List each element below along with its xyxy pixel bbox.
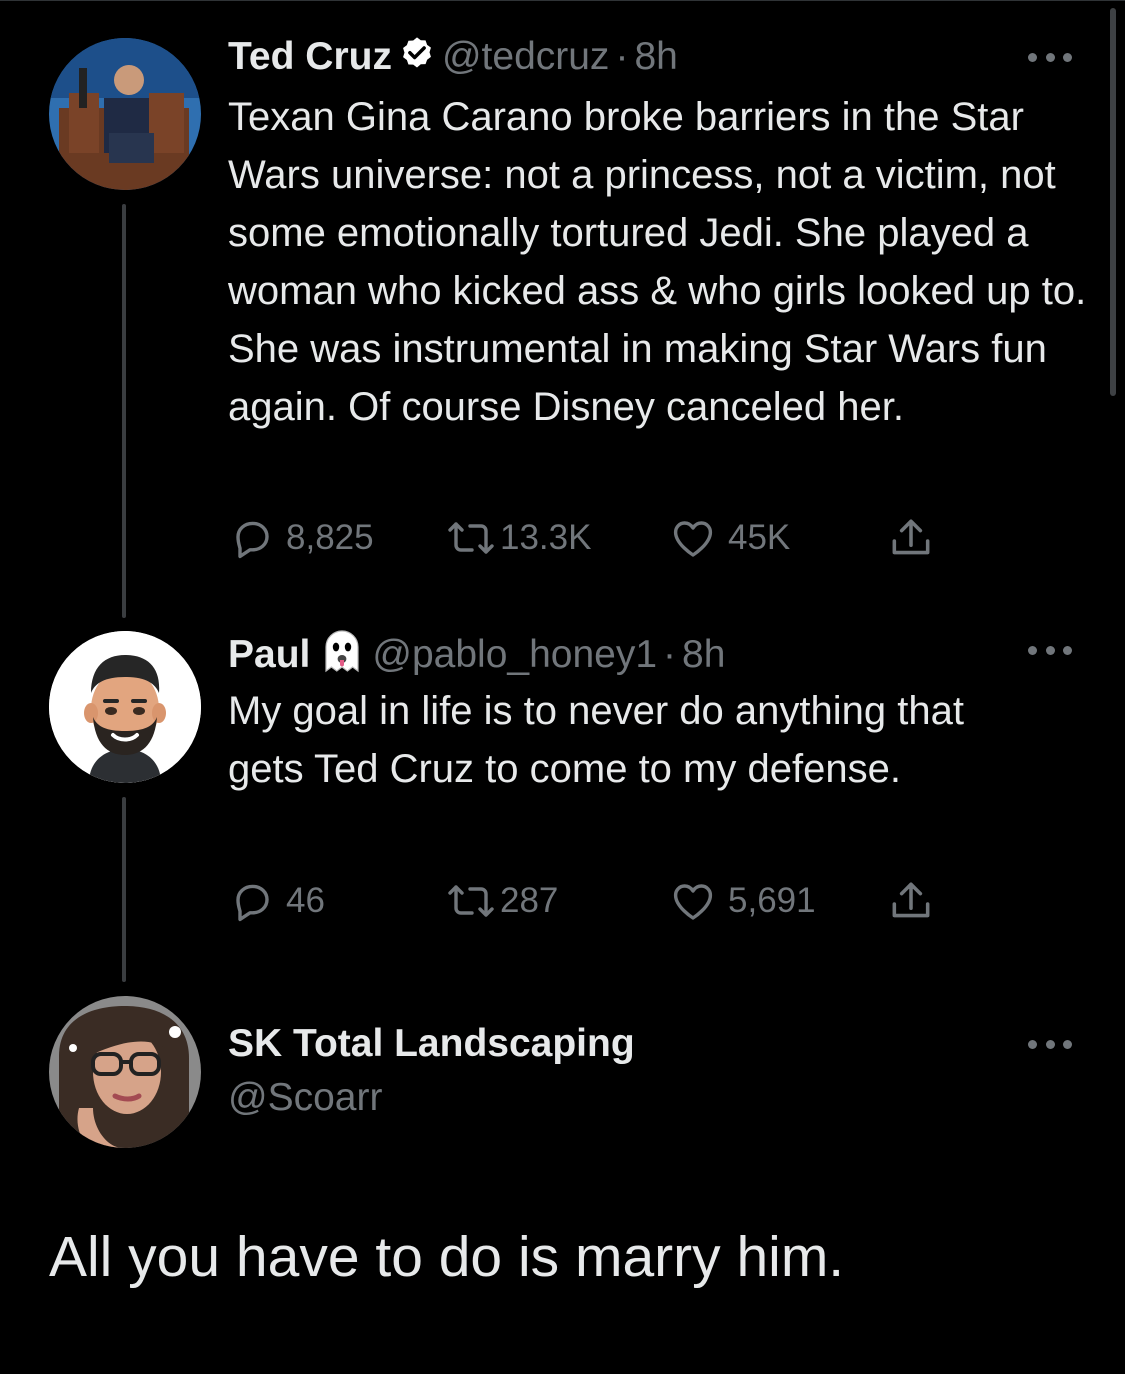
more-options-icon[interactable] [1028,1034,1072,1054]
share-button[interactable] [886,514,936,564]
avatar-photo [49,38,201,190]
dot-separator: · [663,633,677,676]
tweet-header: SK Total Landscaping [228,1020,635,1068]
tweet-actions: 46 287 5,691 [228,877,948,927]
author-name[interactable]: SK Total Landscaping [228,1022,635,1065]
avatar-sk-total-landscaping[interactable] [49,996,201,1148]
ghost-emoji-icon [318,627,366,687]
avatar-ted-cruz[interactable] [49,38,201,190]
author-handle[interactable]: @Scoarr [228,1076,382,1119]
top-border [0,0,1125,1]
verified-badge-icon [398,35,436,85]
avatar-photo [49,996,201,1148]
like-button[interactable]: 5,691 [668,877,816,925]
author-handle-row: @Scoarr [228,1074,382,1122]
author-handle[interactable]: @pablo_honey1 [372,633,657,676]
tweet-actions: 8,825 13.3K 45K [228,514,948,564]
reply-count: 8,825 [286,518,374,557]
author-name[interactable]: Ted Cruz [228,35,392,78]
thread-line [122,797,126,982]
tweet-text: My goal in life is to never do anything … [228,689,964,791]
share-button[interactable] [886,877,936,927]
more-options-icon[interactable] [1028,47,1072,67]
timestamp[interactable]: 8h [682,633,725,676]
retweet-icon [448,885,494,917]
tweet-header: Ted Cruz @tedcruz · 8h [228,33,678,85]
retweet-count: 13.3K [500,518,592,557]
heart-icon [673,884,713,920]
avatar-memoji [49,631,201,783]
like-count: 45K [728,518,791,557]
tweet-text: Texan Gina Carano broke barriers in the … [228,95,1087,429]
reply-button[interactable]: 8,825 [228,514,374,562]
reply-button[interactable]: 46 [228,877,325,925]
share-icon [892,882,930,918]
author-handle[interactable]: @tedcruz [442,35,609,78]
like-button[interactable]: 45K [668,514,790,562]
author-name[interactable]: Paul [228,633,310,676]
reply-icon [236,884,269,922]
heart-icon [673,521,713,557]
tweet-header: Paul @pablo_honey1 · 8h [228,627,725,687]
retweet-button[interactable]: 287 [446,877,558,925]
retweet-button[interactable]: 13.3K [446,514,591,562]
more-options-icon[interactable] [1028,640,1072,660]
retweet-icon [448,522,494,554]
tweet-text: All you have to do is marry him. [49,1225,845,1289]
share-icon [892,519,930,555]
scrollbar[interactable] [1110,8,1116,396]
reply-icon [236,521,269,559]
avatar-paul[interactable] [49,631,201,783]
reply-count: 46 [286,881,325,920]
like-count: 5,691 [728,881,816,920]
thread-line [122,204,126,618]
retweet-count: 287 [500,881,559,920]
dot-separator: · [615,35,629,78]
timestamp[interactable]: 8h [634,35,677,78]
